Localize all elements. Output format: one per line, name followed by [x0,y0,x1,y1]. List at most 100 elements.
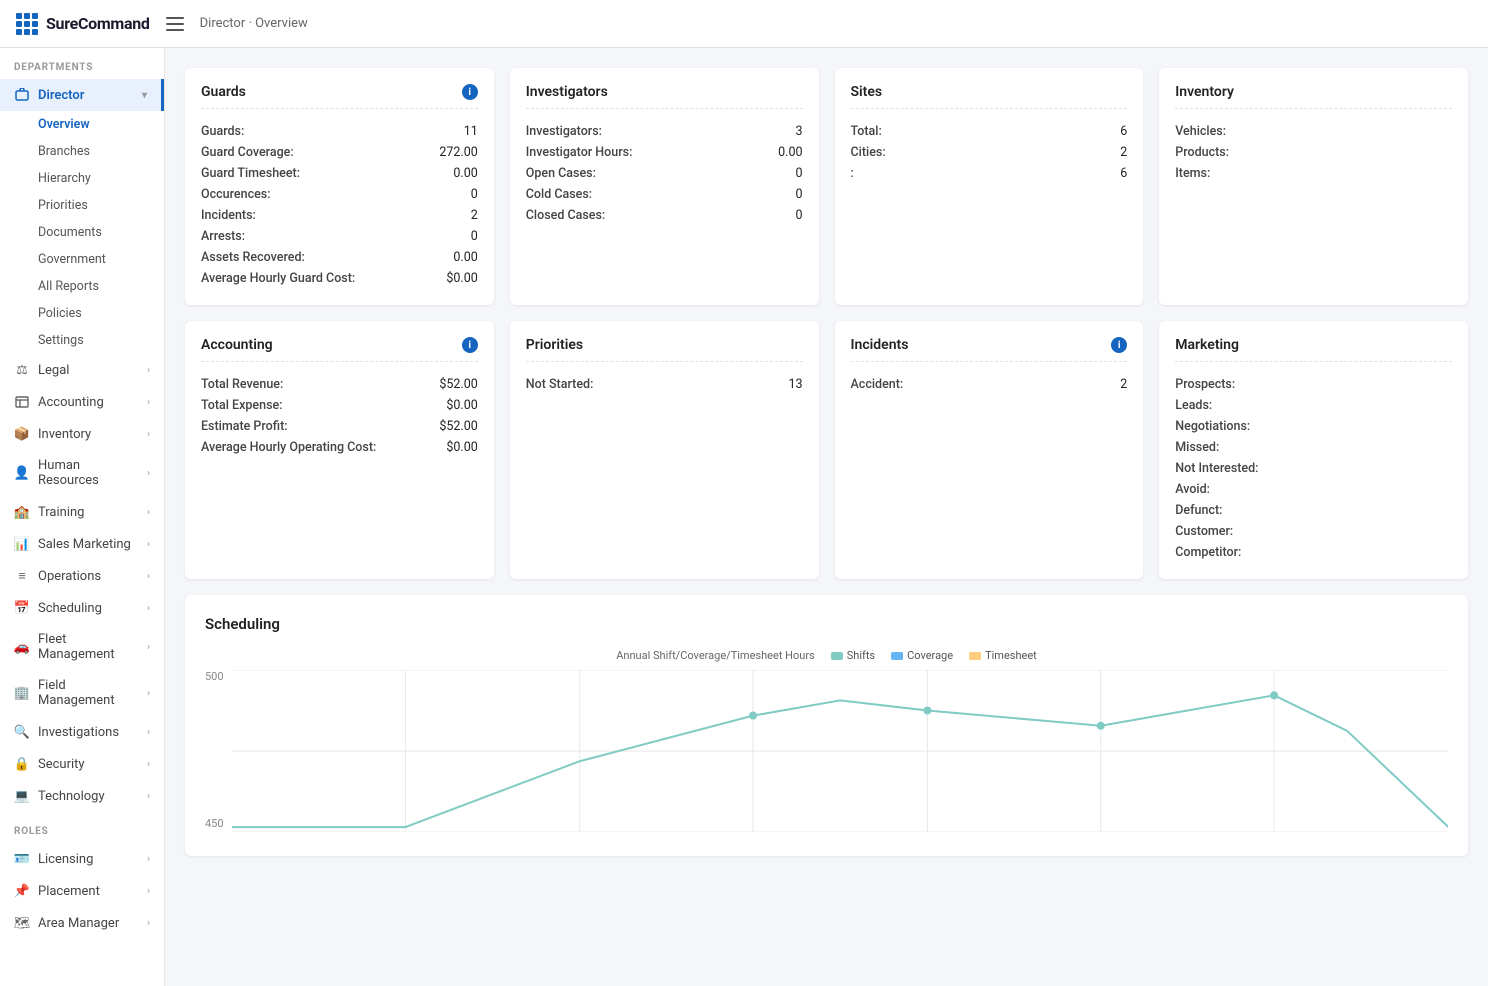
sidebar-item-hr[interactable]: 👤 Human Resources › [0,450,164,496]
technology-icon: 💻 [14,788,30,804]
accounting-row-0: Total Revenue: $52.00 [201,374,478,395]
chart-header: Annual Shift/Coverage/Timesheet Hours Sh… [205,649,1448,662]
accounting-card-header: Accounting i [201,337,478,362]
priorities-card-header: Priorities [526,337,803,362]
marketing-row-6: Defunct: [1175,500,1452,521]
sidebar-sub-policies[interactable]: Policies [0,300,164,327]
sidebar-sub-hierarchy[interactable]: Hierarchy [0,165,164,192]
sidebar-item-fleet[interactable]: 🚗 Fleet Management › [0,624,164,670]
departments-label: DEPARTMENTS [0,48,164,79]
chart-title: Annual Shift/Coverage/Timesheet Hours [616,649,815,662]
sidebar-item-areamanager[interactable]: 🗺 Area Manager › [0,907,164,939]
accounting-icon [14,394,30,410]
scheduling-chevron: › [147,603,150,614]
guards-row-6: Assets Recovered: 0.00 [201,247,478,268]
director-icon [14,87,30,103]
sidebar-sub-documents[interactable]: Documents [0,219,164,246]
sidebar-item-investigations[interactable]: 🔍 Investigations › [0,716,164,748]
guards-row-7: Average Hourly Guard Cost: $0.00 [201,268,478,289]
investigators-row-1: Investigator Hours: 0.00 [526,142,803,163]
investigators-card-header: Investigators [526,84,803,109]
priorities-row-0: Not Started: 13 [526,374,803,395]
investigators-row-3: Cold Cases: 0 [526,184,803,205]
inventory-card-header: Inventory [1175,84,1452,109]
guards-row-5: Arrests: 0 [201,226,478,247]
marketing-row-2: Negotiations: [1175,416,1452,437]
legal-chevron: › [147,365,150,376]
sidebar-item-director[interactable]: Director ▾ [0,79,164,111]
guards-row-4: Incidents: 2 [201,205,478,226]
marketing-row-7: Customer: [1175,521,1452,542]
sidebar-item-inventory[interactable]: 📦 Inventory › [0,418,164,450]
guards-row-1: Guard Coverage: 272.00 [201,142,478,163]
cards-row-2: Accounting i Total Revenue: $52.00 Total… [185,321,1468,579]
sidebar-sub-priorities[interactable]: Priorities [0,192,164,219]
investigators-card-title: Investigators [526,84,608,100]
incidents-info-icon[interactable]: i [1111,337,1127,353]
sidebar-item-accounting[interactable]: Accounting › [0,386,164,418]
sidebar-item-training[interactable]: 🏫 Training › [0,496,164,528]
sidebar-sub-settings[interactable]: Settings [0,327,164,354]
logo-grid-icon [16,13,38,35]
legend-coverage: Coverage [891,649,953,662]
accounting-chevron: › [147,397,150,408]
roles-label: ROLES [0,812,164,843]
training-label: Training [38,505,84,520]
hr-label: Human Resources [38,458,139,488]
scheduling-title: Scheduling [205,615,1448,633]
hamburger-button[interactable] [162,13,188,35]
scheduling-section: Scheduling Annual Shift/Coverage/Timeshe… [185,595,1468,856]
investigators-row-4: Closed Cases: 0 [526,205,803,226]
chart-svg-container [232,670,1448,836]
top-header: SureCommand Director · Overview [0,0,1488,48]
marketing-row-0: Prospects: [1175,374,1452,395]
fleet-icon: 🚗 [14,639,30,655]
training-chevron: › [147,507,150,518]
operations-icon: ≡ [14,568,30,584]
areamanager-chevron: › [147,918,150,929]
sidebar-sub-allreports[interactable]: All Reports [0,273,164,300]
areamanager-label: Area Manager [38,916,119,931]
sidebar-item-scheduling[interactable]: 📅 Scheduling › [0,592,164,624]
sidebar-sub-overview[interactable]: Overview [0,111,164,138]
areamanager-icon: 🗺 [14,915,30,931]
inventory-card: Inventory Vehicles: Products: Items: [1159,68,1468,305]
logo-area: SureCommand [16,13,150,35]
sidebar-item-security[interactable]: 🔒 Security › [0,748,164,780]
sidebar-item-licensing[interactable]: 🪪 Licensing › [0,843,164,875]
sidebar-item-field[interactable]: 🏢 Field Management › [0,670,164,716]
accounting-info-icon[interactable]: i [462,337,478,353]
sidebar-item-legal[interactable]: ⚖ Legal › [0,354,164,386]
guards-row-0: Guards: 11 [201,121,478,142]
investigations-label: Investigations [38,725,119,740]
operations-chevron: › [147,571,150,582]
legend-shifts-dot [831,652,843,660]
legend-timesheet-dot [969,652,981,660]
y-label-450: 450 [205,817,224,830]
sidebar-item-technology[interactable]: 💻 Technology › [0,780,164,812]
chart-svg [232,670,1448,832]
licensing-label: Licensing [38,852,93,867]
sidebar-item-sales[interactable]: 📊 Sales Marketing › [0,528,164,560]
security-label: Security [38,757,85,772]
investigations-chevron: › [147,727,150,738]
hr-icon: 👤 [14,465,30,481]
guards-row-2: Guard Timesheet: 0.00 [201,163,478,184]
guards-card: Guards i Guards: 11 Guard Coverage: 272.… [185,68,494,305]
security-icon: 🔒 [14,756,30,772]
sidebar-sub-branches[interactable]: Branches [0,138,164,165]
inventory-row-2: Items: [1175,163,1452,184]
sidebar-sub-government[interactable]: Government [0,246,164,273]
field-label: Field Management [38,678,139,708]
fleet-label: Fleet Management [38,632,139,662]
accounting-card: Accounting i Total Revenue: $52.00 Total… [185,321,494,579]
sidebar-item-operations[interactable]: ≡ Operations › [0,560,164,592]
marketing-card-title: Marketing [1175,337,1239,353]
sales-chevron: › [147,539,150,550]
investigators-card: Investigators Investigators: 3 Investiga… [510,68,819,305]
accounting-card-title: Accounting [201,337,273,353]
guards-info-icon[interactable]: i [462,84,478,100]
sidebar-item-placement[interactable]: 📌 Placement › [0,875,164,907]
director-label: Director [38,88,84,103]
training-icon: 🏫 [14,504,30,520]
